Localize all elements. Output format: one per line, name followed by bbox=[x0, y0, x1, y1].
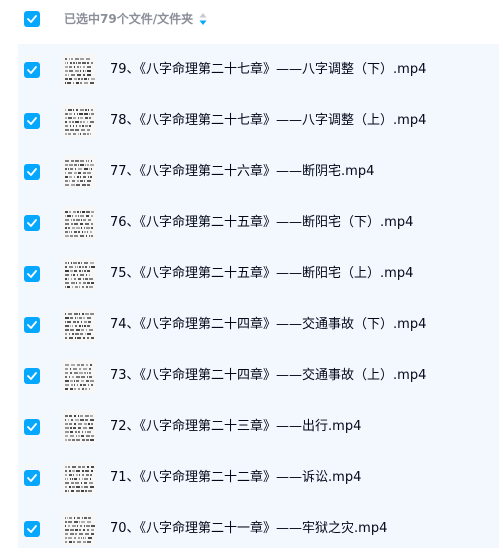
video-thumbnail-image bbox=[62, 206, 96, 240]
selection-count-text: 已选中79个文件/文件夹 bbox=[64, 12, 194, 26]
file-name[interactable]: 72、《八字命理第二十三章》——出行.mp4 bbox=[110, 417, 361, 437]
file-row[interactable]: 77、《八字命理第二十六章》——断阴宅.mp4 bbox=[18, 146, 499, 197]
check-icon bbox=[27, 168, 37, 176]
file-checkbox[interactable] bbox=[24, 215, 40, 231]
video-thumbnail-image bbox=[62, 53, 96, 87]
file-checkbox[interactable] bbox=[24, 62, 40, 78]
video-thumbnail-image bbox=[62, 104, 96, 138]
file-checkbox[interactable] bbox=[24, 521, 40, 537]
check-icon bbox=[27, 219, 37, 227]
check-icon bbox=[27, 66, 37, 74]
check-icon bbox=[27, 525, 37, 533]
file-name[interactable]: 76、《八字命理第二十五章》——断阳宅（下）.mp4 bbox=[110, 213, 413, 233]
selection-header: 已选中79个文件/文件夹 bbox=[0, 0, 499, 38]
video-thumbnail-image bbox=[62, 410, 96, 444]
file-checkbox[interactable] bbox=[24, 419, 40, 435]
file-name[interactable]: 71、《八字命理第二十二章》——诉讼.mp4 bbox=[110, 468, 361, 488]
file-name[interactable]: 70、《八字命理第二十一章》——牢狱之灾.mp4 bbox=[110, 519, 387, 539]
file-row[interactable]: 71、《八字命理第二十二章》——诉讼.mp4 bbox=[18, 452, 499, 503]
check-icon bbox=[27, 15, 37, 23]
file-checkbox[interactable] bbox=[24, 113, 40, 129]
video-thumbnail[interactable] bbox=[62, 155, 96, 189]
check-icon bbox=[27, 474, 37, 482]
select-all-checkbox[interactable] bbox=[24, 11, 40, 27]
file-checkbox[interactable] bbox=[24, 317, 40, 333]
file-name[interactable]: 77、《八字命理第二十六章》——断阴宅.mp4 bbox=[110, 162, 374, 182]
video-thumbnail[interactable] bbox=[62, 257, 96, 291]
video-thumbnail[interactable] bbox=[62, 461, 96, 495]
file-row[interactable]: 74、《八字命理第二十四章》——交通事故（下）.mp4 bbox=[18, 299, 499, 350]
sort-icon[interactable] bbox=[198, 12, 208, 26]
video-thumbnail-image bbox=[62, 155, 96, 189]
check-icon bbox=[27, 423, 37, 431]
file-row[interactable]: 73、《八字命理第二十四章》——交通事故（上）.mp4 bbox=[18, 350, 499, 401]
video-thumbnail-image bbox=[62, 308, 96, 342]
file-row[interactable]: 75、《八字命理第二十五章》——断阳宅（上）.mp4 bbox=[18, 248, 499, 299]
check-icon bbox=[27, 372, 37, 380]
file-name[interactable]: 73、《八字命理第二十四章》——交通事故（上）.mp4 bbox=[110, 366, 426, 386]
file-row[interactable]: 70、《八字命理第二十一章》——牢狱之灾.mp4 bbox=[18, 503, 499, 554]
file-checkbox[interactable] bbox=[24, 368, 40, 384]
check-icon bbox=[27, 321, 37, 329]
video-thumbnail[interactable] bbox=[62, 359, 96, 393]
file-row[interactable]: 76、《八字命理第二十五章》——断阳宅（下）.mp4 bbox=[18, 197, 499, 248]
video-thumbnail[interactable] bbox=[62, 410, 96, 444]
file-list: 79、《八字命理第二十七章》——八字调整（下）.mp4 78、《八字命理第二十七章… bbox=[18, 44, 499, 548]
video-thumbnail[interactable] bbox=[62, 104, 96, 138]
video-thumbnail-image bbox=[62, 512, 96, 546]
video-thumbnail-image bbox=[62, 257, 96, 291]
video-thumbnail-image bbox=[62, 461, 96, 495]
file-row[interactable]: 79、《八字命理第二十七章》——八字调整（下）.mp4 bbox=[18, 44, 499, 95]
file-checkbox[interactable] bbox=[24, 266, 40, 282]
video-thumbnail[interactable] bbox=[62, 512, 96, 546]
file-checkbox[interactable] bbox=[24, 470, 40, 486]
file-row[interactable]: 72、《八字命理第二十三章》——出行.mp4 bbox=[18, 401, 499, 452]
check-icon bbox=[27, 270, 37, 278]
video-thumbnail[interactable] bbox=[62, 308, 96, 342]
file-name[interactable]: 74、《八字命理第二十四章》——交通事故（下）.mp4 bbox=[110, 315, 426, 335]
video-thumbnail[interactable] bbox=[62, 206, 96, 240]
file-name[interactable]: 75、《八字命理第二十五章》——断阳宅（上）.mp4 bbox=[110, 264, 413, 284]
file-checkbox[interactable] bbox=[24, 164, 40, 180]
video-thumbnail-image bbox=[62, 359, 96, 393]
file-name[interactable]: 78、《八字命理第二十七章》——八字调整（上）.mp4 bbox=[110, 111, 426, 131]
video-thumbnail[interactable] bbox=[62, 53, 96, 87]
file-row[interactable]: 78、《八字命理第二十七章》——八字调整（上）.mp4 bbox=[18, 95, 499, 146]
file-name[interactable]: 79、《八字命理第二十七章》——八字调整（下）.mp4 bbox=[110, 60, 426, 80]
check-icon bbox=[27, 117, 37, 125]
